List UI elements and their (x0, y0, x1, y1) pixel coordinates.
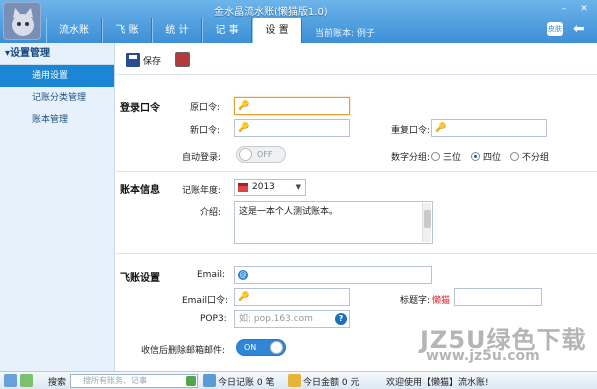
tab-settings[interactable]: 设 置 (252, 18, 302, 43)
sidebar-item-books[interactable]: 账本管理 (0, 109, 114, 131)
tab-fly-account[interactable]: 飞 账 (102, 18, 152, 43)
sidebar-item-general[interactable]: 通用设置 (0, 65, 114, 87)
sidebar: ▾设置管理 通用设置 记账分类管理 账本管理 (0, 43, 115, 371)
search-go-icon[interactable] (186, 376, 196, 386)
close-button[interactable]: ✕ (577, 4, 591, 14)
old-password-label: 原口令: (190, 103, 221, 113)
section-account-info: 账本信息 (120, 185, 160, 196)
floppy-disk-icon (126, 53, 140, 67)
repeat-password-label: 重复口令: (391, 126, 431, 136)
minimize-button[interactable]: – (557, 4, 571, 14)
main-tabs: 流水账 飞 账 统 计 记 事 设 置 (46, 18, 302, 43)
coin-icon (288, 374, 301, 387)
title-bar: 金水晶流水账(懒猫版1.0) – ✕ 流水账 飞 账 统 计 记 事 设 置 当… (0, 0, 597, 43)
email-password-label: Email口令: (182, 296, 229, 306)
year-select[interactable]: 2013 ▼ (234, 179, 306, 196)
tag-input[interactable] (454, 288, 542, 306)
radio-three-digits[interactable]: 三位 (431, 150, 461, 163)
key-icon: 🔑 (435, 123, 447, 133)
pop3-label: POP3: (200, 314, 227, 324)
sidebar-header[interactable]: ▾设置管理 (0, 43, 114, 65)
new-password-label: 新口令: (190, 126, 221, 136)
old-password-input[interactable]: 🔑 (234, 97, 350, 115)
status-bar: 搜索 搜所有账务、记事 今日记账 0 笔 今日金额 0 元 欢迎使用【懒猫】流水… (0, 371, 597, 389)
digit-group-label: 数字分组: (391, 153, 431, 163)
key-icon: 🔑 (238, 123, 250, 133)
welcome-text: 欢迎使用【懒猫】流水账! (386, 378, 489, 388)
key-icon: 🔑 (238, 292, 250, 302)
year-label: 记账年度: (182, 186, 222, 196)
email-password-input[interactable]: 🔑 (234, 288, 350, 306)
calendar-icon (203, 374, 216, 387)
tab-statistics[interactable]: 统 计 (152, 18, 202, 43)
section-login: 登录口令 (120, 103, 160, 114)
back-arrow-icon[interactable]: ⬅ (573, 22, 591, 36)
email-input[interactable]: @ (234, 266, 432, 284)
search-input[interactable]: 搜所有账务、记事 (70, 374, 198, 388)
print-icon[interactable] (175, 52, 190, 67)
today-count: 今日记账 0 笔 (218, 378, 275, 388)
intro-textarea[interactable]: 这是一本个人测试账本。 (234, 201, 433, 244)
today-amount: 今日金额 0 元 (303, 378, 360, 388)
toolbar: 保存 (116, 43, 597, 75)
autologin-toggle[interactable]: OFF (236, 146, 286, 163)
skin-button[interactable]: 皮肤 (547, 22, 563, 36)
lock-icon[interactable] (20, 374, 33, 387)
delete-after-label: 收信后删除邮箱邮件: (141, 346, 226, 356)
sidebar-item-categories[interactable]: 记账分类管理 (0, 87, 114, 109)
repeat-password-input[interactable]: 🔑 (431, 119, 547, 137)
intro-label: 介绍: (200, 208, 222, 218)
dropdown-arrow-icon: ▼ (295, 183, 301, 191)
radio-four-digits[interactable]: 四位 (471, 150, 501, 163)
save-button[interactable]: 保存 (126, 53, 161, 67)
calendar-icon (238, 183, 248, 192)
divider (116, 253, 597, 254)
pop3-input[interactable]: 如: pop.163.com ? (234, 310, 350, 328)
autologin-label: 自动登录: (182, 153, 222, 163)
app-cat-logo-icon (3, 2, 41, 40)
section-fly-settings: 飞账设置 (120, 273, 160, 284)
scrollbar[interactable] (422, 203, 431, 242)
divider (116, 171, 597, 172)
email-label: Email: (197, 270, 226, 280)
add-icon[interactable] (4, 374, 17, 387)
tab-notes[interactable]: 记 事 (202, 18, 252, 43)
new-password-input[interactable]: 🔑 (234, 119, 350, 137)
search-label: 搜索 (48, 378, 67, 388)
at-sign-icon: @ (238, 270, 248, 280)
tab-ledger[interactable]: 流水账 (46, 18, 102, 43)
key-icon: 🔑 (238, 101, 250, 111)
watermark: JZ5U绿色下载 www.jz5u.com (420, 326, 587, 364)
tag-value: 懒猫 (432, 296, 451, 306)
radio-no-grouping[interactable]: 不分组 (510, 150, 549, 163)
window-title: 金水晶流水账(懒猫版1.0) (214, 7, 328, 18)
help-icon[interactable]: ? (335, 313, 347, 325)
current-account-label: 当前账本: 例子 (315, 29, 375, 39)
tag-label: 标题字: (400, 296, 431, 306)
delete-after-toggle[interactable]: ON (236, 339, 286, 356)
